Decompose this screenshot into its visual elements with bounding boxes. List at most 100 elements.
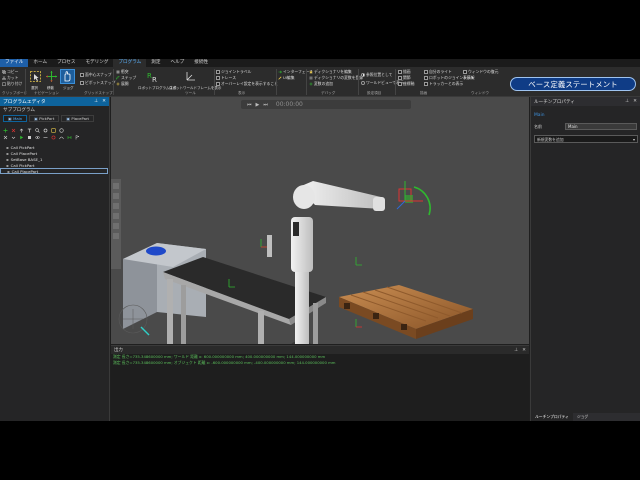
down-icon[interactable]: [11, 135, 16, 140]
pivot-checkbox-box[interactable]: [80, 80, 84, 85]
render-joint-checkbox-box[interactable]: [398, 75, 402, 80]
trace-checkbox-box[interactable]: [216, 75, 220, 80]
robot-world-frame-button[interactable]: [183, 69, 198, 84]
speed-icon[interactable]: [59, 135, 64, 140]
settings-icon[interactable]: [43, 128, 48, 133]
collision-button[interactable]: 衝突: [116, 69, 129, 74]
pivot-snap-checkbox[interactable]: ピボットスナップ: [80, 80, 115, 85]
text-icon[interactable]: [27, 128, 32, 133]
close-icon[interactable]: ✕: [522, 348, 526, 353]
window-restore-checkbox-box[interactable]: [463, 69, 467, 74]
face-center-snap-checkbox[interactable]: 面中心スナップ: [80, 72, 112, 77]
gripper-icon[interactable]: [67, 135, 72, 140]
tracker-checkbox[interactable]: トラッカーとの表示: [424, 81, 463, 86]
joint-lights-checkbox-box[interactable]: [424, 69, 428, 74]
move-line-icon[interactable]: [43, 135, 48, 140]
tracker-checkbox-box[interactable]: [424, 81, 428, 86]
expand-label: 展開: [121, 80, 129, 86]
world-view-radio-dot[interactable]: [361, 80, 365, 85]
joint-label-checkbox-box[interactable]: [216, 69, 220, 74]
render-frame-checkbox[interactable]: 座標軸: [398, 81, 414, 86]
menu-tab[interactable]: ファイル: [0, 59, 29, 67]
target-icon[interactable]: [51, 135, 56, 140]
menu-tab[interactable]: プログラム: [113, 59, 147, 67]
view-toolbar[interactable]: [111, 179, 121, 269]
render-line-checkbox[interactable]: 描画: [398, 69, 411, 74]
add-variable-button[interactable]: 変数の追加: [309, 81, 333, 86]
tracker-label: トラッカーとの表示: [429, 80, 464, 86]
reference-position-radio-dot[interactable]: [361, 72, 365, 77]
x-icon[interactable]: [3, 135, 8, 140]
eye-icon[interactable]: [35, 135, 40, 140]
add-icon[interactable]: [3, 128, 8, 133]
arrow-up-icon[interactable]: [19, 128, 24, 133]
overlay-checkbox-box[interactable]: [216, 81, 220, 86]
register-variables-button[interactable]: ディクショナリの変数を登録: [309, 75, 363, 80]
step-button[interactable]: ステップ: [116, 75, 136, 80]
joint-label-checkbox[interactable]: ジョイントラベル: [216, 69, 251, 74]
jog-button[interactable]: [60, 69, 75, 84]
menu-tab[interactable]: ホーム: [28, 59, 52, 67]
overlay-checkbox[interactable]: オーバーレイ設定を表示すること: [216, 81, 278, 86]
step-forward-icon[interactable]: ⏭: [263, 102, 268, 108]
stop-icon[interactable]: [27, 135, 32, 140]
paste-label: 貼り付け: [7, 80, 23, 86]
edit-dictionary-button[interactable]: ディクショナリを編集: [309, 69, 352, 74]
flag-icon[interactable]: [75, 135, 80, 140]
paste-button[interactable]: 貼り付け: [2, 81, 22, 86]
subprogram-tab-label: Main: [13, 115, 23, 121]
face-center-checkbox-box[interactable]: [80, 72, 84, 77]
3d-viewport[interactable]: ⏮ ▶ ⏭ 00:00:00: [111, 97, 529, 344]
render-joint-checkbox[interactable]: 関節: [398, 75, 411, 80]
menu-tab[interactable]: 接続性: [189, 59, 213, 67]
pin-icon[interactable]: ⊥: [625, 99, 629, 104]
call-icon[interactable]: [51, 128, 56, 133]
close-icon[interactable]: ✕: [633, 99, 637, 104]
windows-display-dropdown[interactable]: 表示 ▾: [463, 75, 474, 81]
edit-ui-button[interactable]: UI編集: [278, 75, 295, 80]
subprogram-tab[interactable]: ▣ PlacePart: [61, 114, 94, 122]
window-restore-checkbox[interactable]: ウィンドウの復元: [463, 69, 498, 74]
delete-icon[interactable]: [11, 128, 16, 133]
menu-tab[interactable]: 測定: [146, 59, 165, 67]
play-icon[interactable]: ▶: [256, 102, 260, 108]
routine-name-field[interactable]: Main: [565, 123, 637, 130]
cut-button[interactable]: カット: [2, 75, 18, 80]
robot-joint-info-checkbox-box[interactable]: [424, 75, 428, 80]
program-line-icon: ▪: [6, 144, 9, 150]
step-back-icon[interactable]: ⏮: [247, 102, 252, 108]
routine-link[interactable]: Main: [531, 106, 640, 118]
search-icon[interactable]: [35, 128, 40, 133]
render-frame-checkbox-box[interactable]: [398, 81, 402, 86]
render-line-checkbox-box[interactable]: [398, 69, 402, 74]
move-button[interactable]: [44, 69, 59, 84]
move-icon: [46, 71, 57, 82]
render-frame-label: 座標軸: [403, 80, 415, 86]
select-button[interactable]: [28, 69, 43, 84]
wait-icon[interactable]: [59, 128, 64, 133]
select-icon: [30, 71, 41, 82]
subprogram-tab[interactable]: ▣ PickPart: [29, 114, 60, 122]
copy-button[interactable]: コピー: [2, 69, 18, 74]
subprogram-tab[interactable]: ▣ Main: [3, 114, 28, 122]
program-line[interactable]: ▪ Call PlacePart: [0, 168, 108, 174]
expand-button[interactable]: 展開: [116, 81, 129, 86]
right-panel-tab[interactable]: ジョグ: [573, 413, 592, 421]
robot-program-generate-button[interactable]: RR: [145, 69, 160, 84]
step-icon: [116, 75, 120, 79]
pin-icon[interactable]: ⊥: [514, 348, 518, 353]
close-icon[interactable]: ✕: [102, 99, 106, 104]
pivot-snap-label: ピボットスナップ: [85, 79, 116, 85]
pencil-icon: [278, 76, 282, 80]
menu-tab[interactable]: ヘルプ: [165, 59, 189, 67]
reference-position-radio[interactable]: 参照位置として: [361, 72, 392, 77]
interface-button[interactable]: インターフェース: [278, 69, 313, 74]
add-variable-dropdown[interactable]: 新規変数を追加 ▾: [534, 135, 638, 143]
joint-lights-checkbox[interactable]: 自分のライト: [424, 69, 452, 74]
menu-tab[interactable]: プロセス: [52, 59, 80, 67]
right-panel-tab[interactable]: ルーチンプロパティ: [531, 413, 573, 421]
menu-tab[interactable]: モデリング: [80, 59, 113, 67]
run-icon[interactable]: [19, 135, 24, 140]
trace-checkbox[interactable]: トレース: [216, 75, 236, 80]
pin-icon[interactable]: ⊥: [94, 99, 98, 104]
